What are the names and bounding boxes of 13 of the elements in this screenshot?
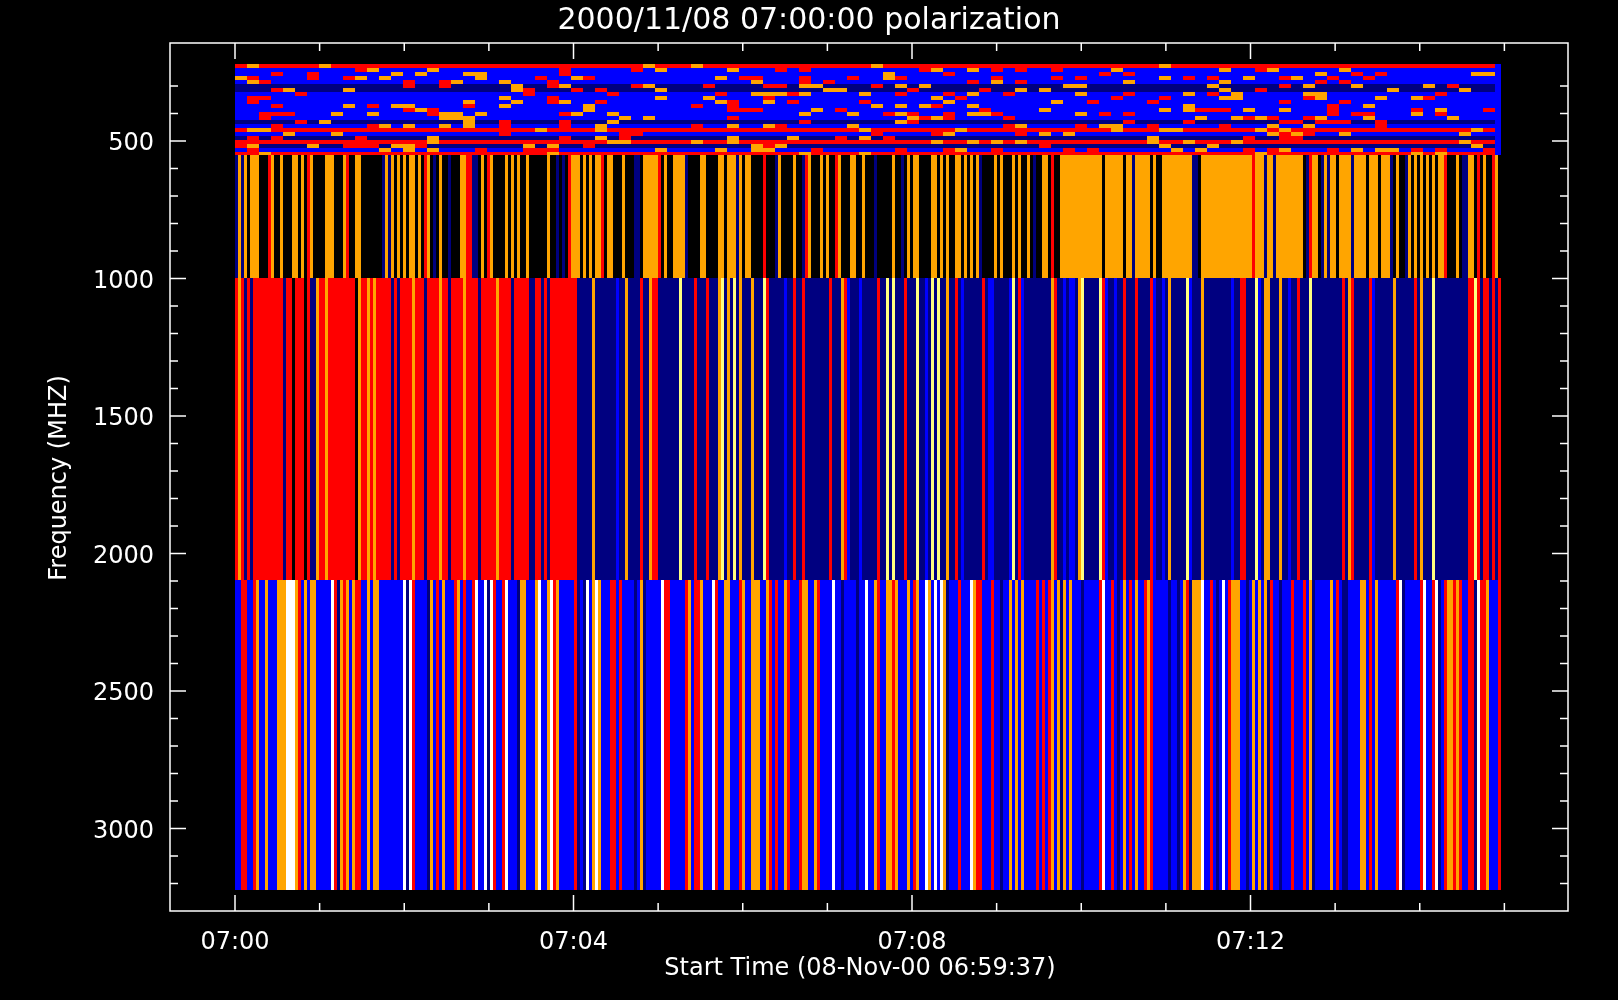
x-tick-label: 07:04 <box>538 927 609 955</box>
y-tick-label: 1000 <box>92 265 154 294</box>
y-tick-label: 2000 <box>92 540 154 569</box>
y-tick-label: 2500 <box>92 678 154 706</box>
x-tick-label: 07:00 <box>200 927 270 955</box>
plot-title: 2000/11/08 07:00:00 polarization <box>557 1 1061 36</box>
y-tick-label: 1500 <box>92 403 154 431</box>
x-tick-label: 07:08 <box>877 927 947 955</box>
y-tick-label: 3000 <box>92 815 154 844</box>
x-axis-label: Start Time (08-Nov-00 06:59:37) <box>664 953 1056 981</box>
x-tick-label: 07:12 <box>1215 927 1286 955</box>
y-tick-label: 500 <box>108 128 154 156</box>
y-axis-label: Frequency (MHZ) <box>44 375 72 581</box>
